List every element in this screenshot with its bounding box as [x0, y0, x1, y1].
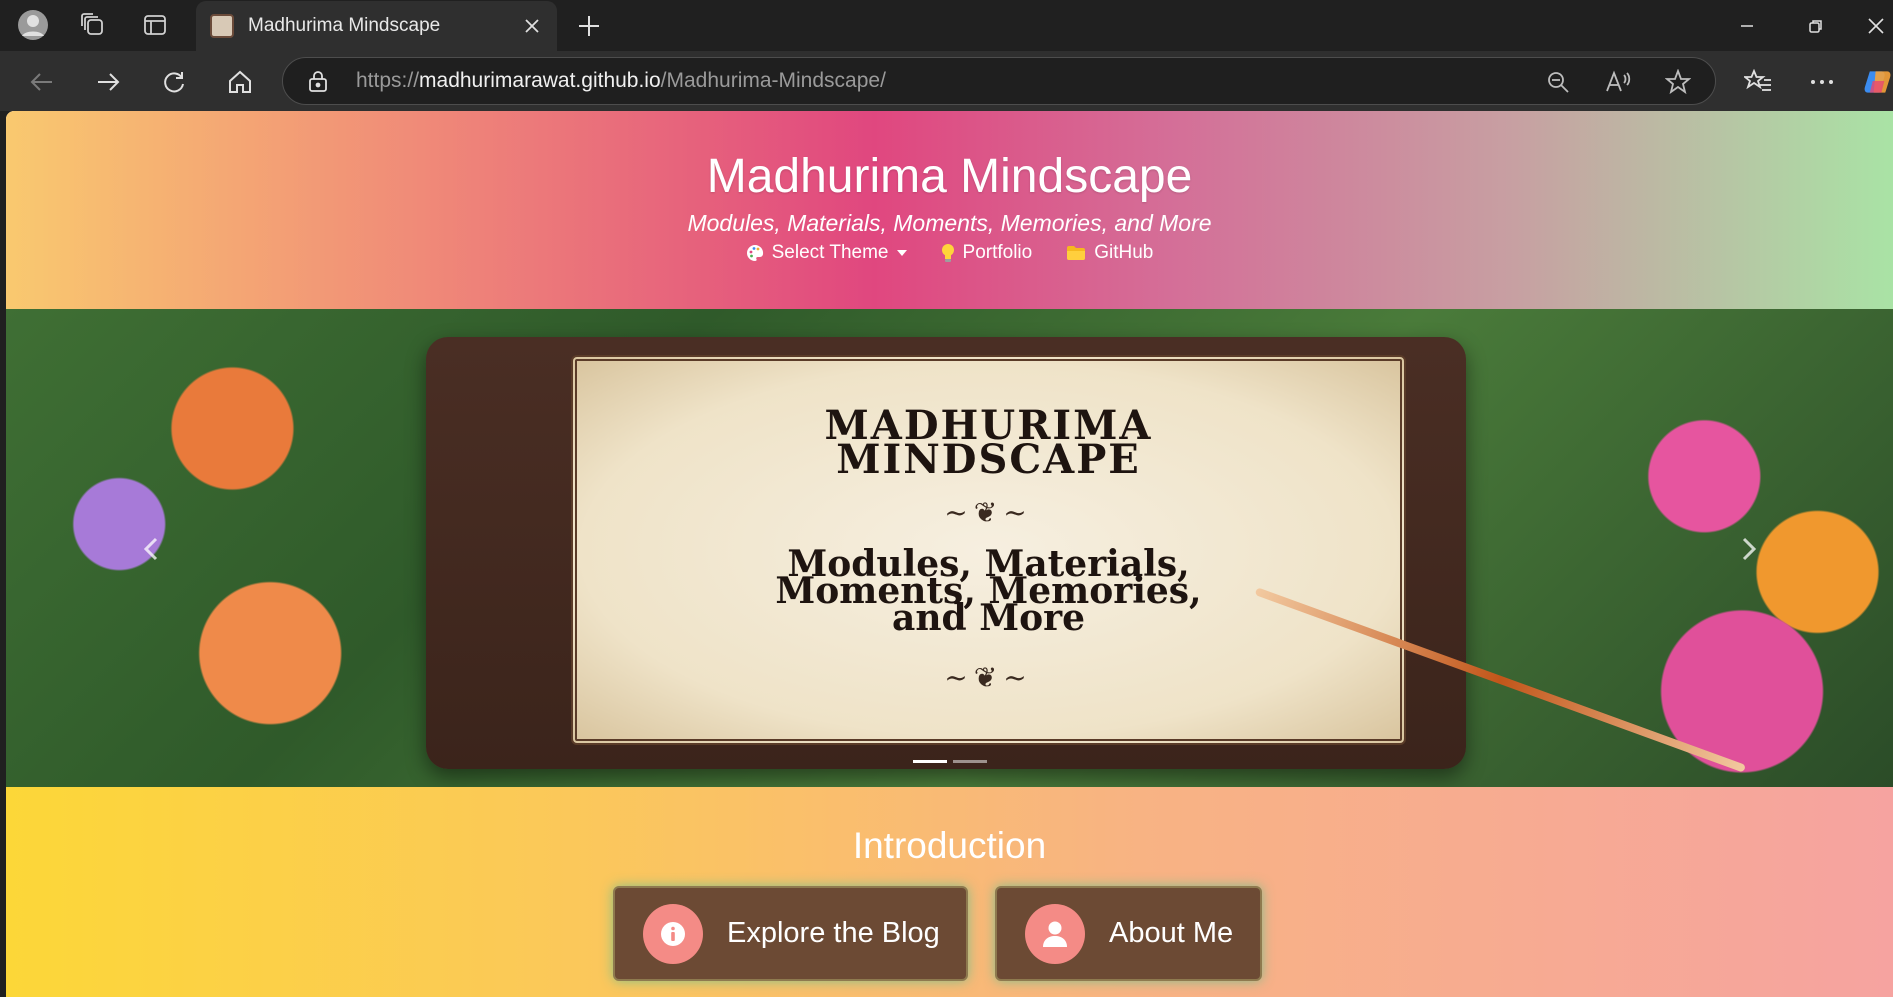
favorite-star-icon[interactable] [1663, 67, 1693, 97]
tab-title: Madhurima Mindscape [248, 15, 441, 36]
book-page: MADHURIMA MINDSCAPE ~❦~ Modules, Materia… [571, 355, 1406, 745]
carousel-indicator[interactable] [912, 760, 947, 763]
folder-icon [1066, 245, 1086, 261]
image-carousel[interactable]: MADHURIMA MINDSCAPE ~❦~ Modules, Materia… [6, 309, 1893, 787]
carousel-indicators [6, 760, 1893, 763]
copilot-icon[interactable] [1864, 64, 1893, 100]
carousel-indicator[interactable] [952, 760, 987, 763]
browser-title-bar: Madhurima Mindscape [0, 0, 1893, 51]
carousel-next-icon[interactable] [1734, 534, 1764, 564]
select-theme-dropdown[interactable]: Select Theme [746, 242, 907, 264]
tab-actions-icon[interactable] [138, 8, 172, 42]
close-window-icon[interactable] [1858, 6, 1893, 46]
site-title: Madhurima Mindscape [706, 150, 1193, 203]
address-bar[interactable]: https://madhurimarawat.github.io/Madhuri… [282, 57, 1716, 105]
github-link[interactable]: GitHub [1066, 242, 1153, 264]
new-tab-icon[interactable] [571, 8, 607, 44]
flourish-ornament: ~❦~ [944, 661, 1033, 694]
portfolio-label: Portfolio [962, 242, 1033, 263]
header-nav: Select Theme Portfolio GitHub [6, 242, 1893, 264]
forward-icon[interactable] [90, 64, 126, 100]
flourish-ornament: ~❦~ [944, 496, 1033, 529]
back-icon[interactable] [24, 64, 60, 100]
github-label: GitHub [1094, 242, 1154, 263]
zoom-out-icon[interactable] [1543, 67, 1573, 97]
more-icon[interactable] [1804, 64, 1840, 100]
refresh-icon[interactable] [156, 64, 192, 100]
user-icon [1025, 903, 1085, 964]
carousel-slide-image: MADHURIMA MINDSCAPE ~❦~ Modules, Materia… [426, 337, 1747, 773]
explore-blog-button[interactable]: Explore the Blog [613, 886, 968, 981]
active-tab[interactable]: Madhurima Mindscape [196, 1, 557, 51]
about-me-label: About Me [1109, 917, 1234, 949]
about-me-button[interactable]: About Me [995, 886, 1262, 981]
close-icon[interactable] [517, 11, 547, 41]
browser-toolbar: https://madhurimarawat.github.io/Madhuri… [0, 51, 1893, 111]
image-title: MADHURIMA MINDSCAPE [824, 402, 1153, 483]
restore-icon[interactable] [1794, 6, 1838, 46]
minimize-icon[interactable] [1725, 6, 1769, 46]
palette-icon [746, 244, 764, 262]
book-favicon [210, 14, 234, 38]
info-icon [643, 903, 703, 964]
favorites-icon[interactable] [1740, 64, 1776, 100]
web-page: Madhurima Mindscape Modules, Materials, … [6, 111, 1893, 997]
profile-icon[interactable] [16, 8, 50, 42]
home-icon[interactable] [222, 64, 258, 100]
site-header: Madhurima Mindscape Modules, Materials, … [6, 111, 1893, 309]
read-aloud-icon[interactable] [1603, 67, 1633, 97]
image-subtitle: Modules, Materials, Moments, Memories, a… [775, 543, 1202, 639]
url-text[interactable]: https://madhurimarawat.github.io/Madhuri… [356, 69, 886, 93]
site-tagline: Modules, Materials, Moments, Memories, a… [687, 210, 1212, 236]
carousel-prev-icon[interactable] [136, 534, 166, 564]
explore-blog-label: Explore the Blog [727, 917, 940, 949]
portfolio-link[interactable]: Portfolio [941, 242, 1033, 264]
introduction-heading: Introduction [852, 825, 1047, 866]
lock-icon[interactable] [305, 68, 331, 94]
select-theme-label: Select Theme [771, 242, 889, 263]
caret-down-icon [896, 250, 907, 256]
workspaces-icon[interactable] [76, 8, 110, 42]
lightbulb-icon [941, 243, 955, 263]
introduction-section: Introduction Explore the Blog About Me [6, 787, 1893, 997]
